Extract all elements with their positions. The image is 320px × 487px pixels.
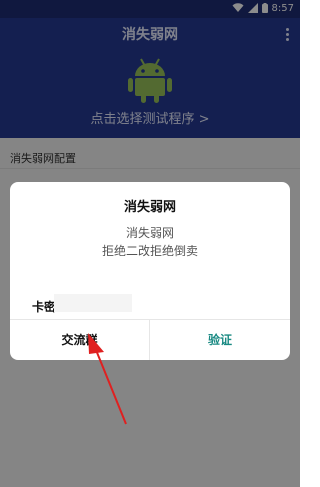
group-chat-button[interactable]: 交流群 bbox=[10, 320, 150, 360]
dialog-message-line2: 拒绝二改拒绝倒卖 bbox=[101, 244, 198, 258]
key-input[interactable] bbox=[54, 294, 132, 312]
dialog-button-row: 交流群 验证 bbox=[10, 319, 290, 360]
key-label: 卡密 bbox=[32, 300, 57, 314]
dialog-message-line1: 消失弱网 bbox=[125, 226, 174, 240]
verify-button[interactable]: 验证 bbox=[150, 320, 290, 360]
dialog: 消失弱网 消失弱网 拒绝二改拒绝倒卖 卡密 交流群 验证 bbox=[10, 182, 290, 360]
dialog-title: 消失弱网 bbox=[123, 200, 176, 215]
